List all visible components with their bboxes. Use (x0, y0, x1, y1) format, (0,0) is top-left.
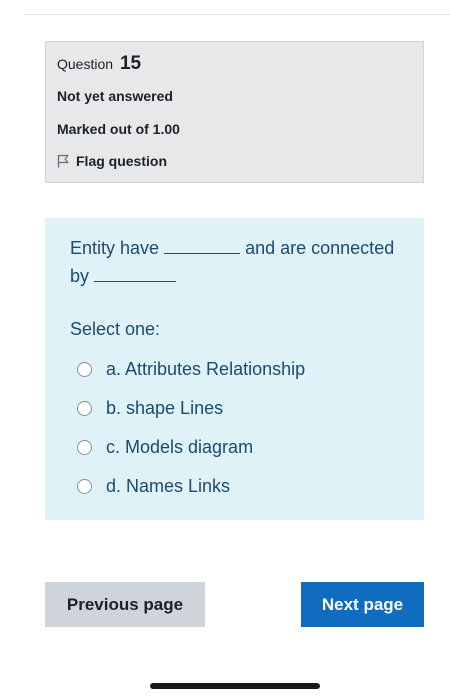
home-indicator-bar (150, 683, 320, 689)
radio-button[interactable] (77, 401, 92, 416)
radio-button[interactable] (77, 479, 92, 494)
blank-2 (94, 264, 177, 282)
radio-button[interactable] (77, 440, 92, 455)
top-divider (24, 14, 450, 15)
flag-question-link[interactable]: Flag question (57, 153, 167, 169)
previous-page-button[interactable]: Previous page (45, 582, 205, 627)
question-info-panel: Question 15 Not yet answered Marked out … (45, 41, 424, 183)
blank-1 (164, 236, 241, 254)
answer-label: c. Models diagram (106, 437, 254, 457)
answer-label: a. Attributes Relationship (106, 359, 306, 379)
flag-outline-icon (57, 154, 69, 168)
answer-label: d. Names Links (106, 476, 231, 496)
select-one-prompt: Select one: (70, 319, 161, 339)
question-prefix: Question (57, 56, 114, 72)
answer-option-c[interactable]: c. Models diagram (77, 428, 305, 467)
quiz-page: Question 15 Not yet answered Marked out … (0, 0, 450, 700)
flag-question-label: Flag question (76, 153, 167, 169)
question-content-panel: Entity have and are connected by Select … (45, 218, 424, 520)
question-number: 15 (119, 53, 142, 74)
radio-button[interactable] (77, 362, 92, 377)
question-state: Not yet answered (57, 88, 173, 104)
question-number-heading: Question 15 (57, 53, 141, 75)
question-text: Entity have and are connected by (70, 234, 410, 290)
answer-option-b[interactable]: b. shape Lines (77, 389, 305, 428)
answer-options: a. Attributes Relationship b. shape Line… (77, 350, 305, 506)
next-page-button[interactable]: Next page (301, 582, 424, 627)
answer-option-a[interactable]: a. Attributes Relationship (77, 350, 305, 389)
answer-label: b. shape Lines (106, 398, 224, 418)
question-text-part1: Entity have (70, 238, 160, 258)
question-grade: Marked out of 1.00 (57, 121, 180, 137)
answer-option-d[interactable]: d. Names Links (77, 467, 305, 506)
